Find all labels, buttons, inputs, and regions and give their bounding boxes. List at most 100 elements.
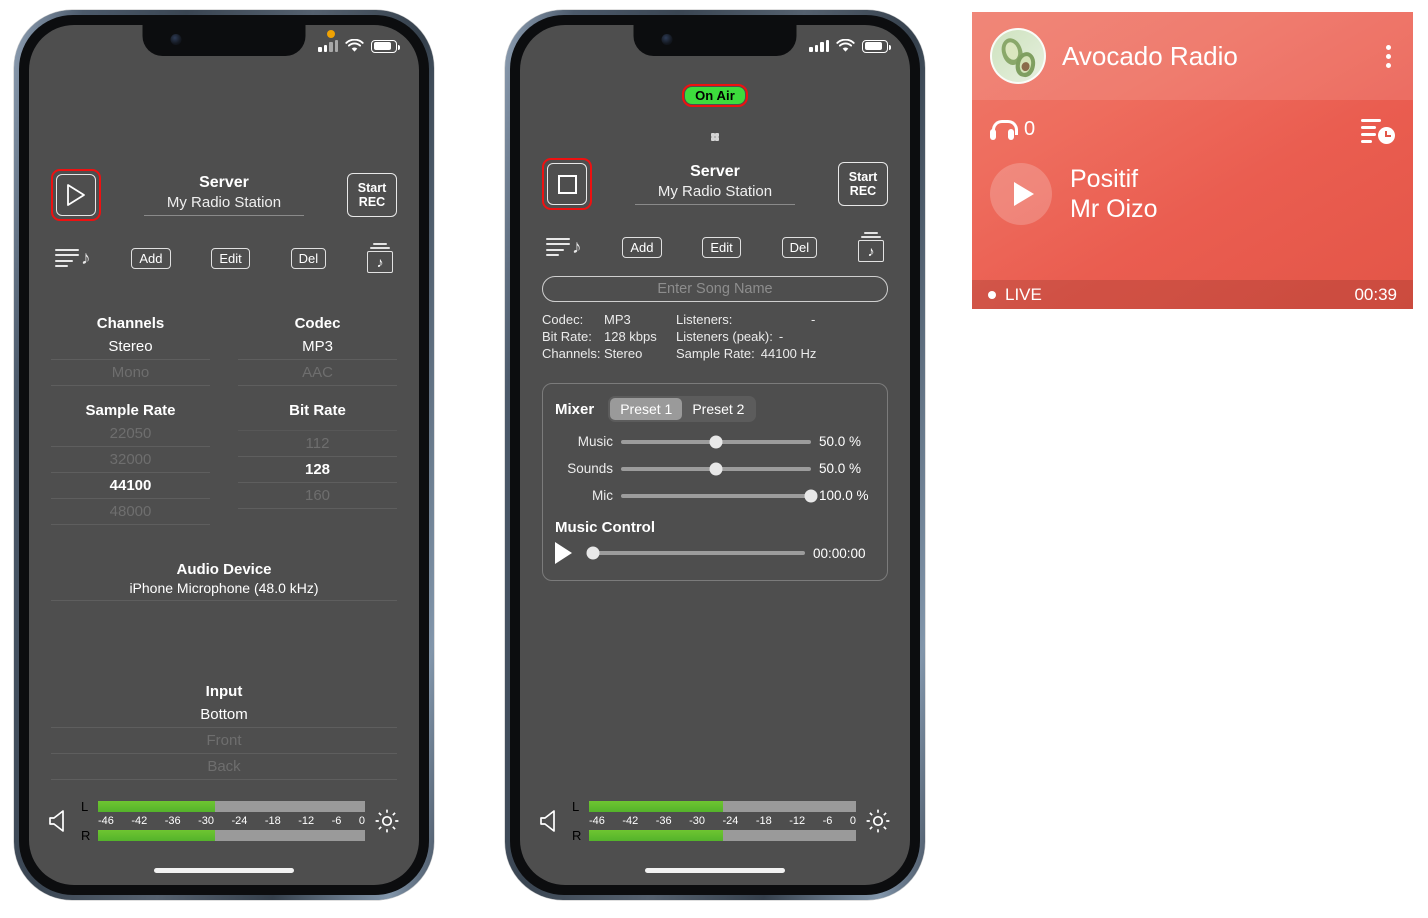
picker-bit-rate-title: Bit Rate	[289, 402, 346, 419]
info-label2: Sample Rate:	[676, 346, 755, 361]
info-value2: 44100 Hz	[760, 346, 817, 361]
vu-meter: L -46 -42 -36 -30 -24 -18 -12 -6 0 R	[81, 799, 365, 843]
del-button[interactable]: Del	[290, 247, 327, 269]
start-rec-button[interactable]: Start REC	[838, 162, 888, 206]
playlist-music-icon[interactable]: ♪	[546, 237, 582, 257]
phone1-app: Server My Radio Station Start REC ♪ Add …	[29, 25, 419, 885]
picker-bit-rate[interactable]: Bit Rate 96 112 128 160 192	[238, 402, 397, 525]
vu-left-label: L	[572, 799, 580, 814]
play-button[interactable]	[990, 163, 1052, 225]
signal-bars-icon	[809, 39, 829, 52]
vu-tick: -46	[98, 815, 114, 827]
playlist-music-icon[interactable]: ♪	[55, 248, 91, 268]
info-label2: Listeners:	[676, 312, 733, 327]
song-name-input[interactable]: Enter Song Name	[542, 276, 888, 302]
home-indicator[interactable]	[645, 868, 785, 873]
slider-track[interactable]	[621, 489, 818, 502]
picker-sample-rate-title: Sample Rate	[85, 402, 176, 419]
info-pair: Sample Rate: 44100 Hz	[676, 346, 888, 361]
slider-knob[interactable]	[709, 462, 723, 475]
kebab-menu-icon[interactable]	[1382, 41, 1395, 72]
listeners-count: 0	[1024, 118, 1036, 140]
music-library-icon[interactable]: ♪	[367, 243, 393, 273]
live-dot-icon	[988, 290, 996, 299]
vu-tick: -18	[264, 815, 281, 827]
vu-right-bar	[589, 830, 856, 841]
vu-meter-bar: L -46 -42 -36 -30 -24 -18 -12 -6 0 R	[29, 799, 419, 843]
play-icon[interactable]	[555, 542, 572, 564]
speaker-icon[interactable]	[47, 808, 73, 834]
slider-knob[interactable]	[804, 489, 818, 502]
vu-left-label: L	[81, 799, 89, 814]
playlist-history-icon[interactable]	[1361, 118, 1395, 144]
vu-tick: -24	[722, 815, 739, 827]
picker-option[interactable]: 160	[238, 483, 397, 509]
picker-option[interactable]: MP3	[238, 334, 397, 360]
screenshot-stage: Server My Radio Station Start REC ♪ Add …	[0, 0, 1428, 918]
input-option[interactable]: Back	[51, 754, 397, 780]
slider-sounds: Sounds 50.0 %	[555, 461, 875, 476]
server-info[interactable]: Server My Radio Station	[614, 163, 816, 205]
vu-tick: -42	[622, 815, 639, 827]
input-option[interactable]: Bottom	[51, 702, 397, 728]
status-bar	[809, 39, 891, 53]
now-playing: Positif Mr Oizo	[990, 163, 1395, 225]
headphones-icon	[990, 119, 1018, 140]
add-button[interactable]: Add	[622, 236, 662, 258]
slider-track[interactable]	[621, 435, 811, 448]
gear-icon[interactable]	[864, 807, 892, 835]
picker-option[interactable]: 48000	[51, 499, 210, 525]
picker-codec[interactable]: Codec MP3 AAC	[238, 315, 397, 386]
picker-option[interactable]: 112	[238, 431, 397, 457]
stop-button[interactable]	[547, 163, 587, 205]
picker-option[interactable]: 22050	[51, 421, 210, 447]
picker-option[interactable]: AAC	[238, 360, 397, 386]
picker-option-selected[interactable]: 44100	[51, 473, 210, 499]
input-option[interactable]: Front	[51, 728, 397, 754]
speaker-icon[interactable]	[538, 808, 564, 834]
play-icon	[1013, 182, 1034, 206]
picker-sample-rate[interactable]: Sample Rate 22050 32000 44100 48000	[51, 402, 210, 525]
picker-option[interactable]: Stereo	[51, 334, 210, 360]
audio-device-section[interactable]: Audio Device iPhone Microphone (48.0 kHz…	[51, 561, 397, 601]
slider-knob[interactable]	[709, 435, 723, 448]
wifi-icon	[345, 39, 364, 52]
vu-right-label: R	[81, 828, 91, 843]
preset-2-tab[interactable]: Preset 2	[682, 398, 754, 420]
play-button[interactable]	[56, 174, 96, 216]
music-library-icon[interactable]: ♪	[858, 232, 884, 262]
on-air-row: On Air	[542, 84, 888, 107]
edit-button[interactable]: Edit	[211, 247, 250, 269]
server-name: My Radio Station	[635, 183, 795, 205]
vu-right-bar	[98, 830, 365, 841]
info-value2: -	[778, 329, 784, 344]
input-picker[interactable]: Input Bottom Front Back	[51, 683, 397, 780]
mixer-title: Mixer	[555, 400, 595, 418]
home-indicator[interactable]	[154, 868, 294, 873]
del-button[interactable]: Del	[781, 236, 818, 258]
picker-option[interactable]: Mono	[51, 360, 210, 386]
server-info[interactable]: Server My Radio Station	[123, 174, 325, 216]
slider-track[interactable]	[621, 462, 811, 475]
edit-button[interactable]: Edit	[702, 236, 741, 258]
picker-option[interactable]: 96	[238, 421, 397, 431]
preset-1-tab[interactable]: Preset 1	[610, 398, 683, 420]
picker-option[interactable]: 192	[238, 509, 397, 519]
mixer-panel: Mixer Preset 1 Preset 2 Music 50.0 % Sou…	[542, 383, 888, 581]
picker-option-selected[interactable]: 128	[238, 457, 397, 483]
picker-option[interactable]: 32000	[51, 447, 210, 473]
signal-bars-icon	[318, 39, 338, 52]
phone2-screen: On Air Server My Radio Station Start REC…	[520, 25, 910, 885]
vu-tick: -6	[331, 815, 342, 827]
gear-icon[interactable]	[373, 807, 401, 835]
music-progress-knob[interactable]	[586, 546, 600, 560]
vu-tick: -36	[655, 815, 672, 827]
picker-channels-title: Channels	[96, 315, 165, 332]
picker-channels[interactable]: Channels Stereo Mono	[51, 315, 210, 386]
add-button[interactable]: Add	[131, 247, 171, 269]
vu-tick: -12	[789, 815, 806, 827]
info-value: Stereo	[604, 346, 643, 361]
music-progress-track[interactable]	[586, 546, 805, 560]
start-rec-button[interactable]: Start REC	[347, 173, 397, 217]
audio-device-title: Audio Device	[176, 561, 272, 578]
